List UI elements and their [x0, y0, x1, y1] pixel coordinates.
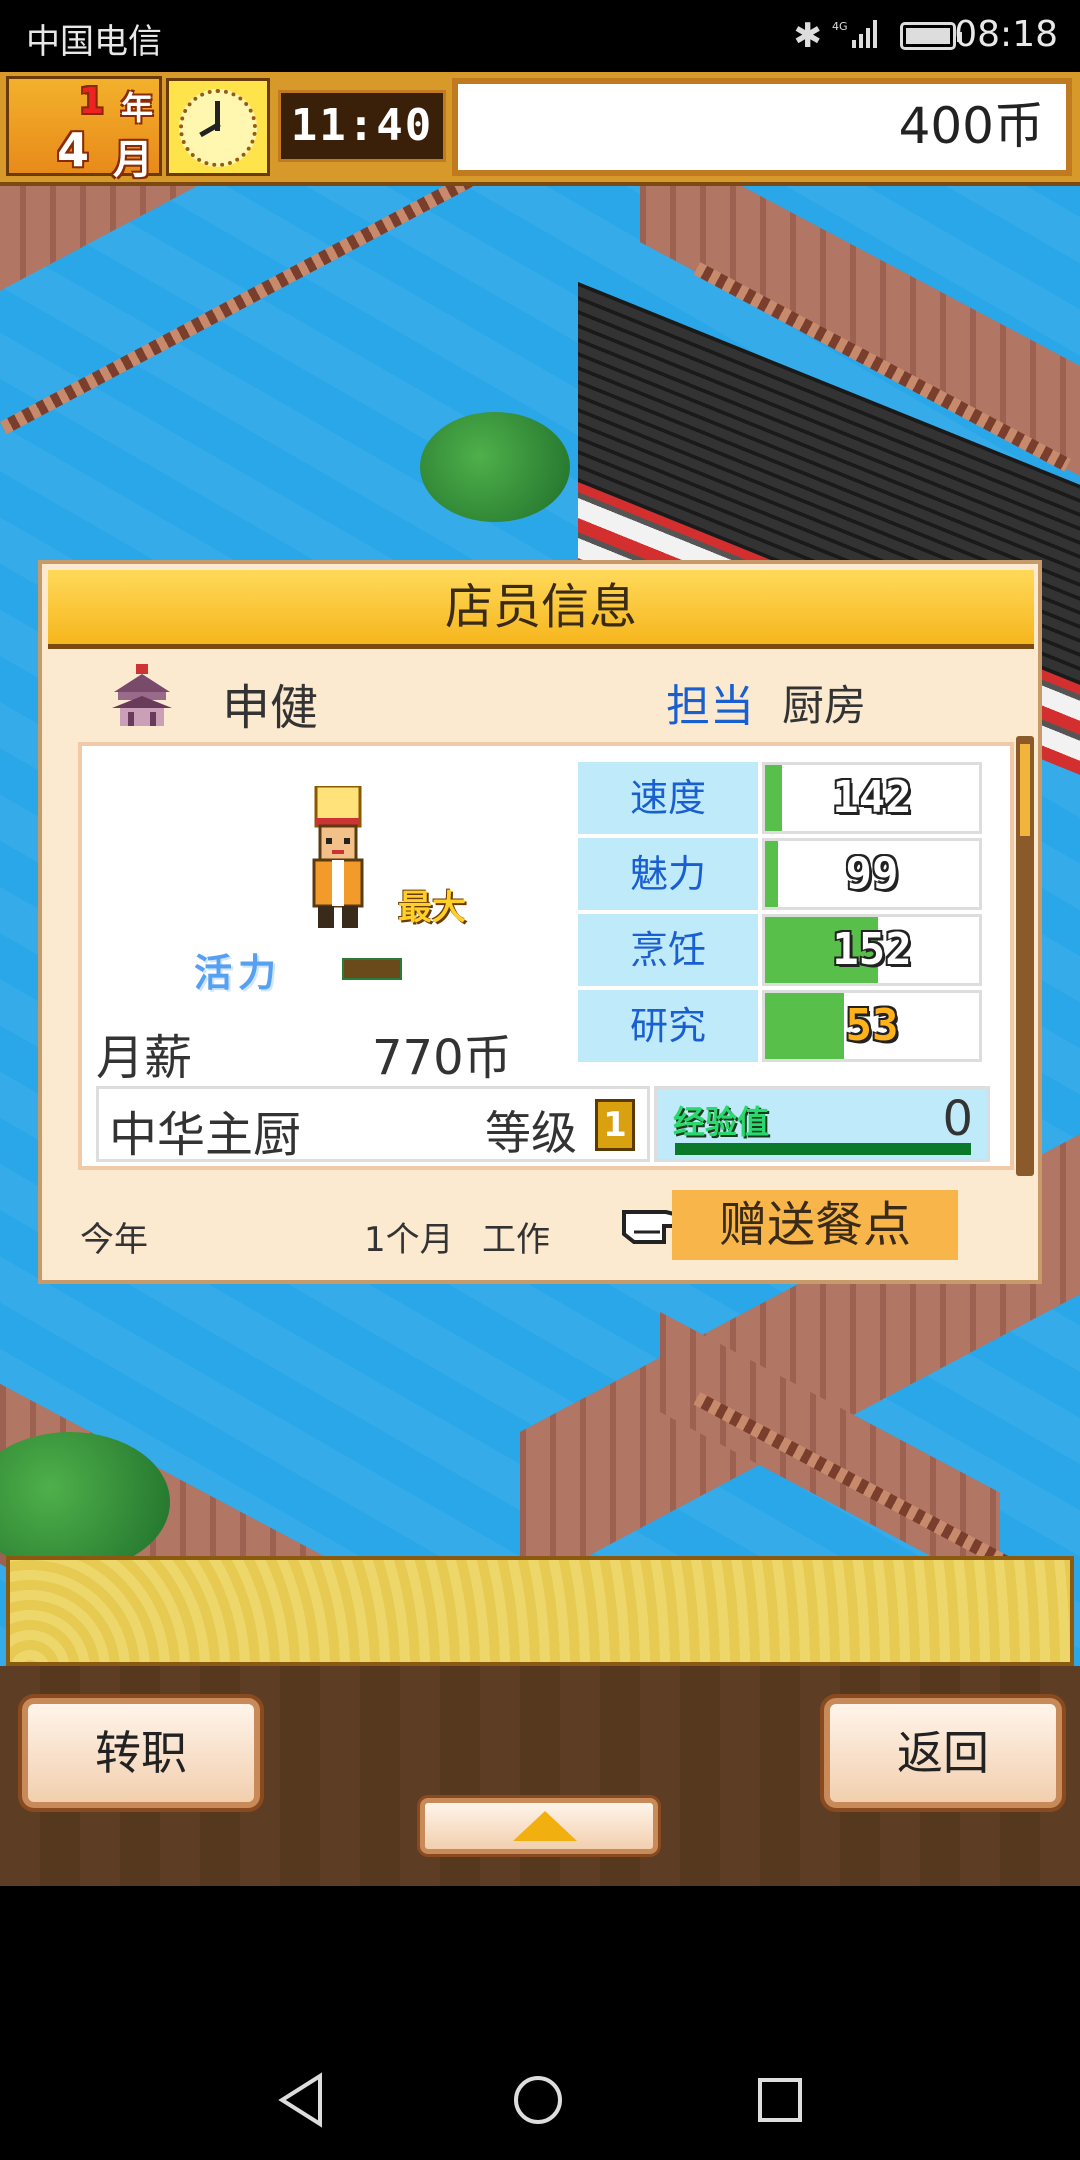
experience-bar [675, 1143, 971, 1155]
stat-box: 99 [762, 838, 982, 910]
stat-label: 研究 [578, 990, 758, 1062]
stat-value: 53 [845, 1000, 899, 1051]
level-label: 等级 [485, 1106, 577, 1160]
experience-value: 0 [942, 1091, 973, 1147]
stat-row-charm: 魅力 99 [578, 838, 984, 910]
stat-label: 速度 [578, 762, 758, 834]
money-display: 400币 [452, 78, 1072, 176]
stat-row-research: 研究 53 [578, 990, 984, 1062]
staff-card: 最大 活力 月薪 770币 速度 142 魅力 99 烹饪 152 研究 53 … [78, 742, 1014, 1170]
stat-label: 烹饪 [578, 914, 758, 986]
dialog-header: 店员信息 [48, 570, 1034, 649]
message-bar [6, 1556, 1074, 1666]
stat-box: 142 [762, 762, 982, 834]
nav-home-icon[interactable] [514, 2076, 562, 2124]
status-time: 08:18 [954, 14, 1058, 55]
stat-box: 53 [762, 990, 982, 1062]
stat-value: 142 [832, 772, 912, 823]
chef-sprite-icon [312, 786, 364, 928]
role-label: 担当 [666, 681, 754, 732]
stat-label: 魅力 [578, 838, 758, 910]
work-label: 工作 [482, 1220, 550, 1260]
clock-icon [166, 78, 270, 176]
year-number: 1 [79, 81, 105, 122]
work-months: 1个月 [364, 1220, 454, 1260]
back-button[interactable]: 返回 [824, 1698, 1062, 1808]
gift-meal-button[interactable]: 赠送餐点 [672, 1190, 958, 1260]
year-label: 今年 [80, 1220, 148, 1260]
class-name: 中华主厨 [109, 1107, 302, 1163]
rank-badge-icon [112, 664, 172, 726]
staff-name: 申健 [222, 680, 319, 736]
job-change-button[interactable]: 转职 [22, 1698, 260, 1808]
bluetooth-icon: ✱ [793, 16, 823, 56]
level-value: 1 [595, 1099, 635, 1151]
status-bar: 中国电信 ✱ 4G 08:18 [0, 0, 1080, 72]
nav-back-icon[interactable] [278, 2072, 326, 2128]
dialog-title: 店员信息 [444, 579, 637, 635]
experience-label: 经验值 [673, 1103, 770, 1141]
class-box: 中华主厨 等级 1 [96, 1086, 650, 1163]
vitality-label: 活力 [194, 951, 283, 995]
tree [420, 412, 570, 522]
staff-info-dialog: 店员信息 申健 担当 厨房 最大 活力 月薪 770币 速度 142 魅力 99… [38, 560, 1042, 1284]
year-label: 年 [121, 89, 154, 127]
4g-signal-icon: 4G [832, 20, 877, 48]
stat-row-speed: 速度 142 [578, 762, 984, 834]
top-hud: 1 年 4 月 11:40 400币 [0, 72, 1080, 186]
battery-icon [900, 22, 962, 50]
bottom-menu: 转职 返回 [0, 1666, 1080, 1886]
expand-menu-button[interactable] [420, 1798, 658, 1854]
month-label: 月 [113, 137, 153, 183]
scrollbar-thumb[interactable] [1020, 744, 1030, 836]
stat-value: 152 [832, 924, 912, 975]
nav-recents-icon[interactable] [758, 2078, 802, 2122]
stat-row-cooking: 烹饪 152 [578, 914, 984, 986]
max-vitality-tag: 最大 [398, 888, 466, 928]
role-value: 厨房 [782, 681, 867, 730]
chevron-up-icon [513, 1811, 577, 1841]
date-display: 1 年 4 月 [6, 76, 162, 183]
salary-value: 770币 [372, 1030, 512, 1086]
carrier-name: 中国电信 [26, 22, 162, 62]
vitality-bar [342, 958, 402, 980]
svg-text:4G: 4G [832, 20, 848, 33]
game-time: 11:40 [278, 90, 446, 162]
experience-box: 经验值 0 [654, 1086, 990, 1162]
salary-label: 月薪 [96, 1030, 193, 1086]
month-number: 4 [57, 123, 90, 177]
stat-value: 99 [845, 848, 899, 899]
stat-box: 152 [762, 914, 982, 986]
